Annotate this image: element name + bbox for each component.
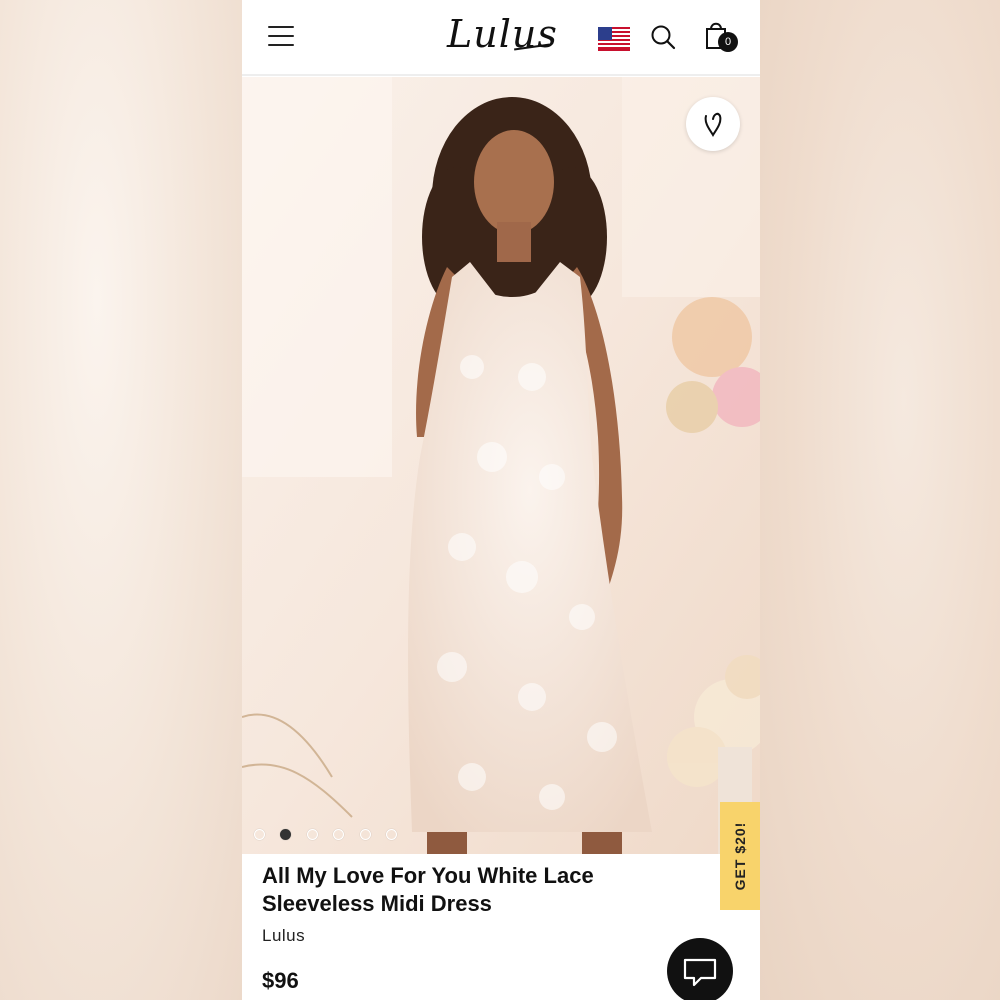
product-price: $96 (262, 968, 299, 993)
background-blur-left (0, 0, 242, 1000)
us-flag-icon[interactable] (598, 27, 630, 51)
gallery-dot[interactable] (386, 829, 398, 840)
promo-tab-label: GET $20! (732, 821, 748, 891)
lulus-logo[interactable]: Lulus (447, 10, 557, 58)
gallery-dot[interactable] (306, 829, 318, 840)
product-title: All My Love For You White Lace Sleeveles… (262, 863, 594, 916)
gallery-dot-active[interactable] (280, 829, 292, 840)
chat-button[interactable] (667, 938, 733, 1000)
gallery-pagination (254, 827, 408, 841)
mobile-page: Lulus 0 GET $20! All My Love For You Whi… (242, 0, 760, 1000)
promo-tab-button[interactable]: GET $20! (720, 802, 760, 910)
gallery-dot[interactable] (333, 829, 345, 840)
product-image-gallery[interactable] (242, 77, 760, 854)
background-blur-right (760, 0, 1000, 1000)
gallery-dot[interactable] (254, 829, 265, 840)
wishlist-button[interactable] (686, 97, 740, 151)
cart-count-badge: 0 (718, 32, 738, 52)
chat-bubble-icon (683, 958, 717, 987)
site-header: Lulus 0 (242, 0, 760, 76)
heart-icon (704, 112, 722, 137)
search-icon[interactable] (650, 24, 676, 50)
hamburger-menu-icon[interactable] (268, 26, 294, 46)
product-photo (242, 77, 760, 854)
gallery-dot[interactable] (359, 829, 371, 840)
product-brand[interactable]: Lulus (262, 926, 305, 946)
